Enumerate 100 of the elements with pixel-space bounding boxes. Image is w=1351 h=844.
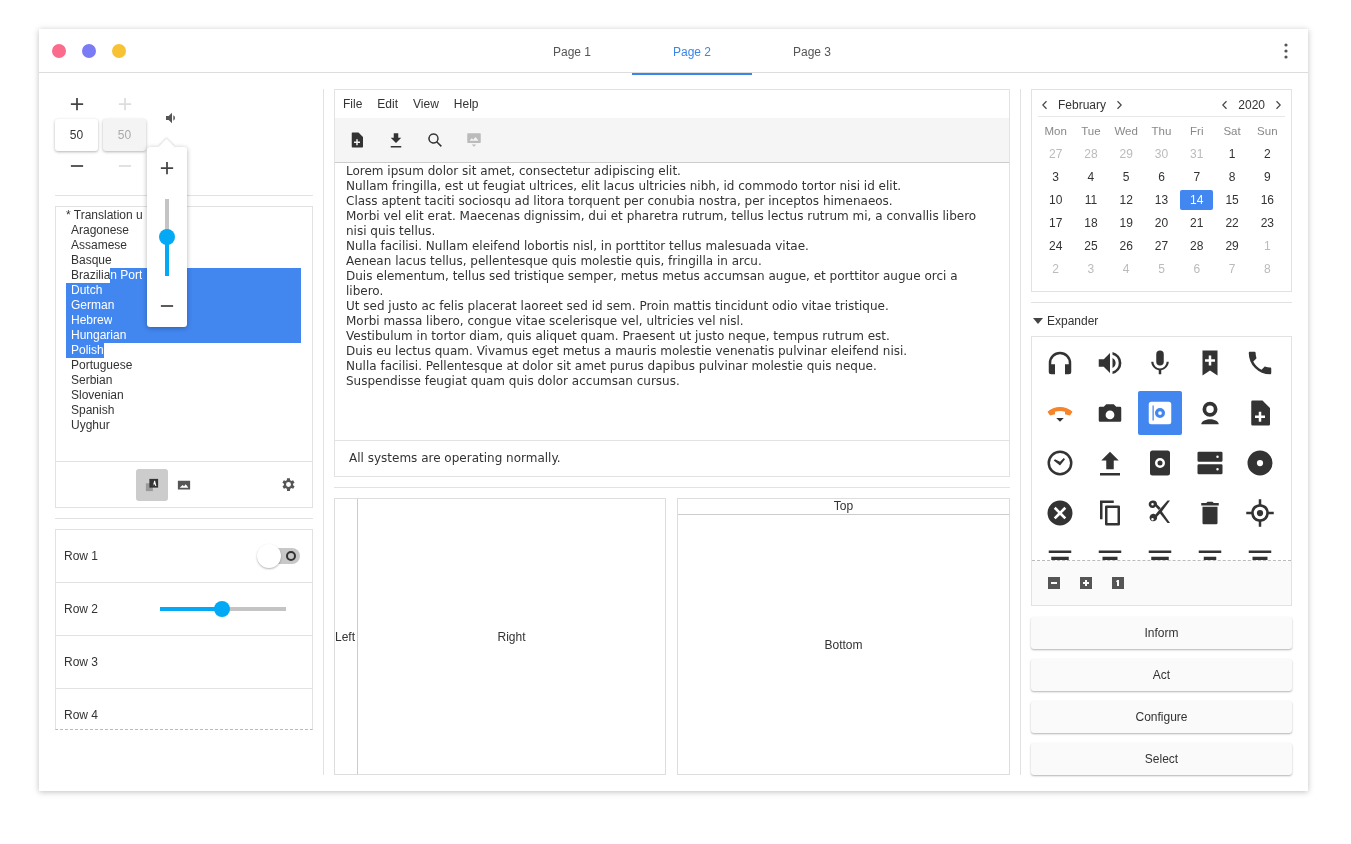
toggle-switch[interactable]	[256, 543, 302, 569]
plus-icon[interactable]	[69, 97, 84, 111]
list-line: Aragonese	[70, 223, 130, 238]
calendar-day[interactable]: 22	[1215, 212, 1249, 233]
calendar-day[interactable]: 17	[1039, 212, 1073, 233]
pane-label: Right	[496, 628, 527, 646]
remove-icon[interactable]	[1048, 577, 1060, 590]
calendar-day[interactable]: 14	[1180, 189, 1214, 210]
pane-label: Left	[335, 499, 358, 774]
list-line: * Translation u	[65, 208, 143, 223]
calendar-day[interactable]: 7	[1180, 166, 1214, 187]
month-label: February	[1058, 98, 1107, 112]
slider-handle[interactable]	[213, 601, 230, 617]
list-line: Serbian	[70, 373, 113, 388]
spin-field[interactable]: 50	[55, 119, 98, 151]
row-label: Row 1	[64, 549, 98, 563]
settings-icon[interactable]	[280, 476, 297, 493]
pane-label: Top	[678, 499, 1009, 515]
row-label: Row 4	[64, 708, 98, 722]
number-icon[interactable]	[1112, 577, 1124, 590]
calendar-day[interactable]: 23	[1250, 212, 1284, 233]
weekday-label: Mon	[1043, 124, 1068, 137]
next-year-icon[interactable]	[1275, 100, 1281, 110]
list-line: Spanish	[70, 403, 115, 418]
row-label: Row 2	[64, 602, 98, 616]
menu-item[interactable]: Help	[447, 92, 485, 116]
text-paragraph: Ut sed justo ac felis placerat laoreet sed id sem. Proin mattis tincidunt odio vitae tristique.	[346, 299, 890, 314]
page-tab[interactable]: Page 2	[632, 30, 752, 75]
text-format-icon	[145, 477, 159, 492]
weekday-label: Sun	[1256, 124, 1279, 137]
weekday-label: Fri	[1189, 124, 1205, 137]
calendar-day[interactable]: 10	[1039, 189, 1073, 210]
calendar-day[interactable]: 5	[1109, 166, 1143, 187]
calendar-day[interactable]: 27	[1144, 235, 1179, 256]
next-month-icon[interactable]	[1116, 100, 1123, 110]
calendar-day[interactable]: 3	[1039, 166, 1073, 187]
calendar-day[interactable]: 9	[1250, 166, 1284, 187]
camera-device-icon[interactable]	[1138, 391, 1182, 436]
menu-item[interactable]: Edit	[371, 92, 405, 116]
calendar-day[interactable]: 18	[1074, 212, 1108, 233]
status-message: All systems are operating normally.	[335, 440, 1009, 476]
calendar-day[interactable]: 12	[1109, 189, 1143, 210]
text-format-button[interactable]	[136, 468, 168, 501]
page-tab[interactable]: Page 3	[752, 30, 872, 75]
calendar-day[interactable]: 11	[1074, 189, 1108, 210]
list-line: Slovenian	[70, 388, 124, 403]
year-label: 2020	[1238, 98, 1265, 112]
text-paragraph: Morbi massa libero, congue vitae scelerisque vel, ultricies vel nisl.	[346, 314, 745, 329]
calendar-day[interactable]: 21	[1180, 212, 1214, 233]
calendar-day[interactable]: 25	[1074, 235, 1108, 256]
previous-year-icon[interactable]	[1222, 100, 1229, 110]
expander-toggle[interactable]: Expander	[1031, 313, 1099, 330]
menu-item[interactable]: File	[337, 92, 369, 116]
text-paragraph: Morbi vel elit erat. Maecenas dignissim, dui et pharetra rutrum, tellus lectus rutrum mi, a convallis libero nisi quis tellus.	[346, 209, 978, 239]
weekday-label: Thu	[1150, 124, 1173, 137]
add-icon[interactable]	[1080, 577, 1092, 590]
calendar-day[interactable]: 16	[1250, 189, 1284, 210]
calendar-day[interactable]: 19	[1109, 212, 1143, 233]
calendar-day[interactable]: 26	[1109, 235, 1143, 256]
text-paragraph: Duis elementum, tellus sed tristique semper, metus metus accumsan augue, et porttitor augue orci a libero.	[346, 269, 959, 299]
text-paragraph: Suspendisse feugiat quam quis dolor accumsan cursus.	[346, 374, 681, 389]
calendar-day[interactable]: 13	[1144, 189, 1179, 210]
text-paragraph: Vestibulum in tortor diam, quis aliquet quam. Praesent ut justo neque, tempus rutrum est.	[346, 329, 891, 344]
page-tab[interactable]: Page 1	[512, 30, 632, 75]
list-line: Assamese	[70, 238, 128, 253]
text-paragraph: Duis eu lectus quam. Vivamus eget metus a mauris molestie venenatis pulvinar eleifend nisi.	[346, 344, 909, 359]
search-icon[interactable]	[426, 131, 444, 149]
row-label: Row 3	[64, 655, 98, 669]
weekday-label: Wed	[1113, 124, 1139, 137]
calendar-day[interactable]: 29	[1215, 235, 1249, 256]
text-paragraph: Class aptent taciti sociosqu ad litora torquent per conubia nostra, per inceptos himenaeos.	[346, 194, 894, 209]
text-paragraph: Nullam fringilla, est ut feugiat ultrices, elit lacus ultricies nibh, id commodo tortor nisi id elit.	[346, 179, 903, 194]
calendar-day[interactable]: 28	[1180, 235, 1214, 256]
calendar-day[interactable]: 15	[1215, 189, 1249, 210]
volume-slider-handle[interactable]	[159, 229, 175, 245]
calendar-day[interactable]: 20	[1144, 212, 1179, 233]
weekday-label: Tue	[1080, 124, 1102, 137]
calendar-day[interactable]: 2	[1250, 143, 1284, 164]
plus-icon[interactable]	[160, 161, 174, 175]
list-line: Basque	[70, 253, 112, 268]
calendar-day[interactable]: 4	[1074, 166, 1108, 187]
list-line: Portuguese	[70, 358, 133, 373]
calendar-day[interactable]: 24	[1039, 235, 1073, 256]
weekday-label: Sat	[1222, 124, 1242, 137]
menu-icon[interactable]	[1284, 42, 1288, 59]
calendar-day[interactable]: 1	[1215, 143, 1249, 164]
previous-month-icon[interactable]	[1042, 100, 1048, 110]
calendar-day[interactable]: 6	[1144, 166, 1179, 187]
list-line: Uyghur	[70, 418, 110, 433]
menu-item[interactable]: View	[407, 92, 445, 116]
window-control-button[interactable]	[52, 43, 66, 58]
text-paragraph: Nulla facilisi. Nullam eleifend lobortis nisl, in porttitor tellus malesuada vitae.	[346, 239, 810, 254]
action-button[interactable]: Act	[1031, 659, 1292, 691]
text-paragraph: Aenean lacus tellus, pellentesque quis molestie quis, fringilla in arcu.	[346, 254, 763, 269]
text-paragraph: Lorem ipsum dolor sit amet, consectetur adipiscing elit.	[346, 164, 682, 179]
action-button[interactable]: Inform	[1031, 617, 1292, 649]
action-button[interactable]: Configure	[1031, 701, 1292, 733]
window-control-button[interactable]	[82, 43, 96, 58]
action-button[interactable]: Select	[1031, 743, 1292, 775]
calendar-day[interactable]: 8	[1215, 166, 1249, 187]
